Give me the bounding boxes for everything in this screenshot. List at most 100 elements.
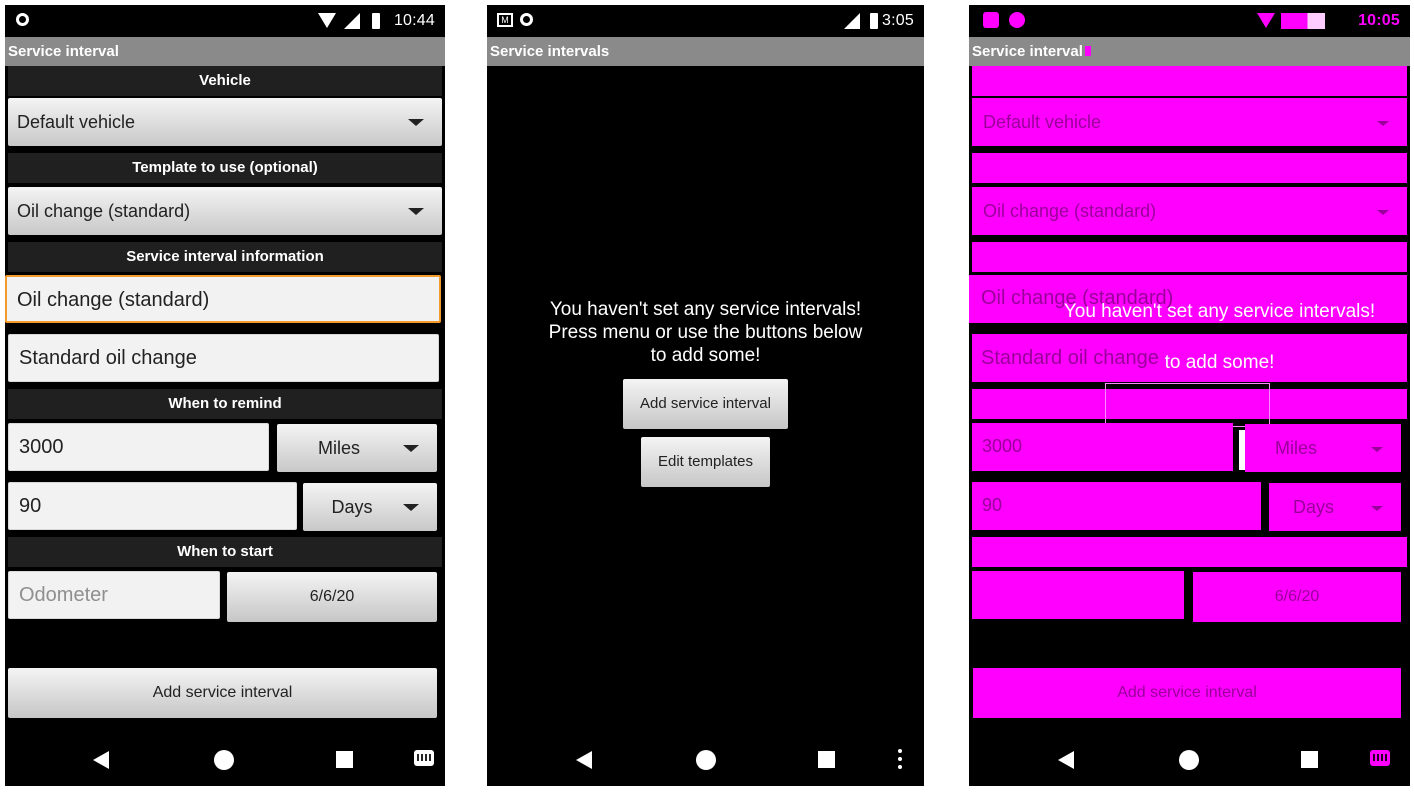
gmail-icon: M (497, 13, 513, 27)
section-when-to-start (972, 537, 1407, 567)
status-time: 10:44 (393, 12, 435, 29)
section-service-info: Service interval information (8, 242, 442, 272)
title-marker (1084, 46, 1091, 56)
dropdown-arrow-icon (408, 119, 424, 126)
distance-unit-spinner[interactable]: Miles (1245, 424, 1401, 472)
empty-message-line: Press menu or use the buttons below (548, 322, 863, 343)
section-service-info (972, 242, 1407, 272)
start-date-button[interactable]: 6/6/20 (227, 572, 437, 622)
vehicle-spinner[interactable]: Default vehicle (8, 98, 442, 146)
signal-icon (844, 13, 860, 29)
overflow-menu-icon[interactable] (898, 749, 902, 753)
time-interval-value: 90 (982, 495, 1003, 515)
dropdown-arrow-icon (403, 445, 419, 452)
signal-battery-icon (1281, 13, 1325, 29)
recents-icon[interactable] (336, 751, 353, 768)
overlay-message: You haven't set any service intervals! t… (969, 300, 1410, 374)
app-title-text: Service interval (972, 43, 1083, 60)
app-title: Service interval (969, 37, 1410, 66)
wifi-icon (318, 13, 336, 28)
time-interval-field[interactable]: 90 (972, 482, 1261, 530)
status-bar: 10:05 (969, 5, 1410, 37)
section-when-to-remind: When to remind (8, 389, 442, 419)
home-icon[interactable] (1179, 750, 1199, 770)
section-vehicle (972, 66, 1407, 96)
notification-ring-icon (520, 13, 533, 26)
add-service-interval-button[interactable]: Add service interval (623, 379, 788, 429)
add-service-interval-button[interactable]: Add service interval (8, 668, 437, 718)
time-unit-value: Days (1293, 497, 1335, 517)
interval-description-field[interactable]: Standard oil change (8, 334, 439, 382)
overlay-message-line: You haven't set any service intervals! (1063, 301, 1376, 322)
notification-ring-icon (16, 13, 29, 26)
time-unit-value: Days (331, 497, 373, 517)
keyboard-icon[interactable] (414, 750, 434, 766)
template-spinner[interactable]: Oil change (standard) (8, 187, 442, 235)
notification-dot-icon (1009, 12, 1025, 28)
template-spinner[interactable]: Oil change (standard) (972, 187, 1407, 235)
app-title: Service interval (5, 37, 445, 66)
wifi-icon (1257, 13, 1275, 28)
edit-templates-button[interactable]: Edit templates (641, 437, 770, 487)
home-icon[interactable] (214, 750, 234, 770)
phone-screen-magenta-overlay: 10:05 Service interval Default vehicle O… (969, 5, 1410, 786)
dropdown-arrow-icon (1377, 121, 1389, 126)
recents-icon[interactable] (818, 751, 835, 768)
template-spinner-value: Oil change (standard) (17, 201, 191, 221)
phone-screen-service-intervals-empty: M 3:05 Service intervals You haven't set… (487, 5, 924, 786)
battery-icon (870, 13, 878, 29)
recents-icon[interactable] (1301, 751, 1318, 768)
distance-interval-value: 3000 (982, 436, 1023, 456)
app-icon (983, 12, 999, 28)
phone-screen-service-interval-form: 10:44 Service interval Vehicle Default v… (5, 5, 445, 786)
time-interval-field[interactable]: 90 (8, 482, 297, 530)
add-service-interval-button[interactable]: Add service interval (973, 668, 1401, 718)
distance-interval-field[interactable]: 3000 (8, 423, 269, 471)
vehicle-spinner-value: Default vehicle (17, 112, 136, 132)
distance-unit-spinner[interactable]: Miles (277, 424, 437, 472)
home-icon[interactable] (696, 750, 716, 770)
overlay-message-line: to add some! (1164, 352, 1275, 373)
odometer-field[interactable] (972, 571, 1184, 619)
status-bar: M 3:05 (487, 5, 924, 37)
dropdown-arrow-icon (408, 208, 424, 215)
status-bar: 10:44 (5, 5, 445, 37)
back-icon[interactable] (576, 751, 592, 769)
time-unit-spinner[interactable]: Days (303, 483, 437, 531)
navigation-bar (969, 733, 1410, 786)
time-unit-spinner[interactable]: Days (1269, 483, 1401, 531)
battery-icon (372, 13, 380, 29)
odometer-field[interactable]: Odometer (8, 571, 220, 619)
back-icon[interactable] (93, 751, 109, 769)
navigation-bar (487, 733, 924, 786)
section-when-to-start: When to start (8, 537, 442, 567)
status-time: 3:05 (882, 12, 914, 29)
empty-state-message: You haven't set any service intervals! P… (487, 298, 924, 367)
ghost-add-button-outline (1105, 383, 1270, 427)
template-spinner-value: Oil change (standard) (983, 201, 1157, 221)
distance-unit-value: Miles (1275, 438, 1318, 458)
distance-unit-value: Miles (317, 438, 360, 458)
app-title: Service intervals (487, 37, 924, 66)
back-icon[interactable] (1058, 751, 1074, 769)
dropdown-arrow-icon (1377, 210, 1389, 215)
dropdown-arrow-icon (1371, 506, 1383, 511)
keyboard-icon[interactable] (1370, 750, 1390, 766)
section-template: Template to use (optional) (8, 153, 442, 183)
empty-message-line: You haven't set any service intervals! (549, 299, 862, 320)
add-button-label: Add service interval (1117, 684, 1257, 701)
status-time: 10:05 (1358, 12, 1400, 29)
section-vehicle: Vehicle (8, 66, 442, 96)
dropdown-arrow-icon (1371, 447, 1383, 452)
signal-icon (344, 13, 360, 29)
empty-message-line: to add some! (650, 345, 761, 366)
section-template (972, 153, 1407, 183)
vehicle-spinner-value: Default vehicle (983, 112, 1102, 132)
navigation-bar (5, 733, 445, 786)
start-date-value: 6/6/20 (1274, 588, 1320, 605)
vehicle-spinner[interactable]: Default vehicle (972, 98, 1407, 146)
distance-interval-field[interactable]: 3000 (972, 423, 1233, 471)
interval-name-field[interactable]: Oil change (standard) (5, 275, 441, 323)
dropdown-arrow-icon (403, 504, 419, 511)
start-date-button[interactable]: 6/6/20 (1193, 572, 1401, 622)
